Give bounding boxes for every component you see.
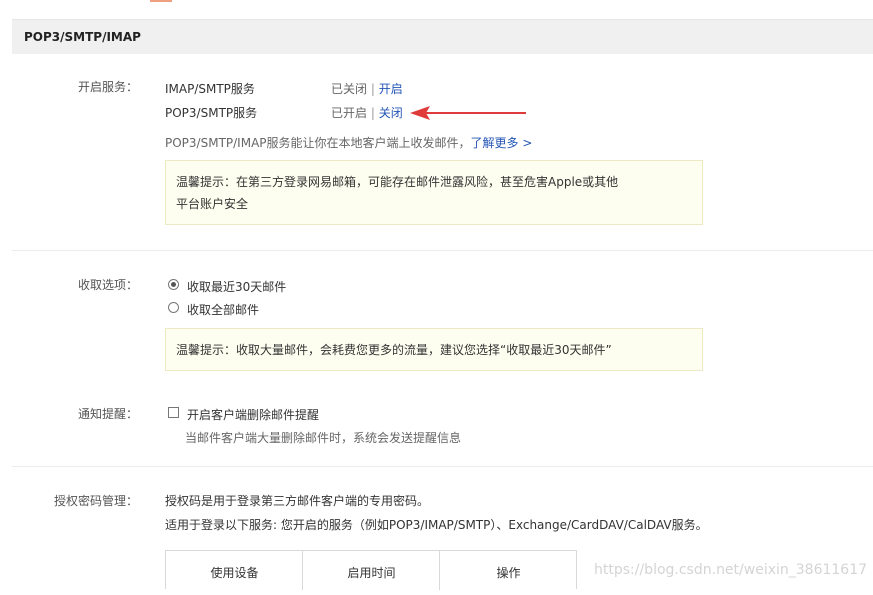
pop3-service-name: POP3/SMTP服务 — [165, 106, 258, 120]
imap-service-name: IMAP/SMTP服务 — [165, 82, 255, 96]
pop3-disable-link[interactable]: 关闭 — [379, 106, 403, 120]
delete-reminder-hint: 当邮件客户端大量删除邮件时，系统会发送提醒信息 — [185, 431, 462, 445]
table-header-device: 使用设备 — [210, 566, 259, 580]
top-tab-indicator — [150, 0, 172, 2]
table-header-enabled-time: 启用时间 — [347, 566, 396, 580]
pop3-service-status: 已开启 — [331, 106, 368, 120]
imap-service-status-group: 已关闭 | 开启 — [331, 80, 403, 97]
red-arrow-annotation — [410, 106, 526, 120]
security-warning: 温馨提示：在第三方登录网易邮箱，可能存在邮件泄露风险，甚至危害Apple或其他 … — [165, 160, 703, 225]
section-divider — [12, 250, 873, 251]
imap-enable-link[interactable]: 开启 — [379, 82, 403, 96]
section-title: POP3/SMTP/IMAP — [24, 30, 141, 44]
section-header: POP3/SMTP/IMAP — [12, 19, 873, 54]
radio-all-mail-label[interactable]: 收取全部邮件 — [187, 301, 259, 318]
receive-tip: 温馨提示：收取大量邮件，会耗费您更多的流量，建议您选择“收取最近30天邮件” — [165, 328, 703, 371]
service-description: POP3/SMTP/IMAP服务能让你在本地客户端上收发邮件， — [165, 136, 471, 150]
radio-recent-30-days[interactable] — [168, 279, 179, 290]
watermark: https://blog.csdn.net/weixin_38611617 — [594, 562, 868, 578]
section-divider — [12, 466, 873, 467]
radio-all-mail[interactable] — [168, 302, 179, 313]
service-description-group: POP3/SMTP/IMAP服务能让你在本地客户端上收发邮件，了解更多 > — [165, 134, 532, 151]
table-header-action: 操作 — [496, 566, 521, 580]
radio-recent-30-days-label[interactable]: 收取最近30天邮件 — [187, 278, 286, 295]
status-separator: | — [367, 106, 379, 120]
auth-description: 授权码是用于登录第三方邮件客户端的专用密码。 — [165, 494, 430, 508]
status-separator: | — [367, 82, 379, 96]
imap-service-status: 已关闭 — [331, 82, 368, 96]
delete-reminder-label[interactable]: 开启客户端删除邮件提醒 — [187, 406, 319, 423]
auth-device-table: 使用设备 启用时间 操作 — [165, 550, 577, 590]
delete-reminder-checkbox[interactable] — [168, 407, 179, 418]
pop3-service-status-group: 已开启 | 关闭 — [331, 104, 403, 121]
notify-label: 通知提醒： — [77, 407, 138, 421]
auth-applicable-services: 适用于登录以下服务: 您开启的服务（例如POP3/IMAP/SMTP）、Exch… — [165, 518, 708, 532]
receive-label: 收取选项： — [77, 278, 138, 292]
top-strip — [0, 0, 873, 18]
security-warning-line1: 温馨提示：在第三方登录网易邮箱，可能存在邮件泄露风险，甚至危害Apple或其他 — [176, 175, 619, 189]
service-label: 开启服务： — [77, 80, 138, 94]
receive-tip-text: 温馨提示：收取大量邮件，会耗费您更多的流量，建议您选择“收取最近30天邮件” — [176, 343, 612, 357]
auth-label: 授权密码管理： — [53, 494, 138, 508]
security-warning-line2: 平台账户安全 — [176, 197, 249, 211]
learn-more-link[interactable]: 了解更多 > — [471, 136, 533, 150]
